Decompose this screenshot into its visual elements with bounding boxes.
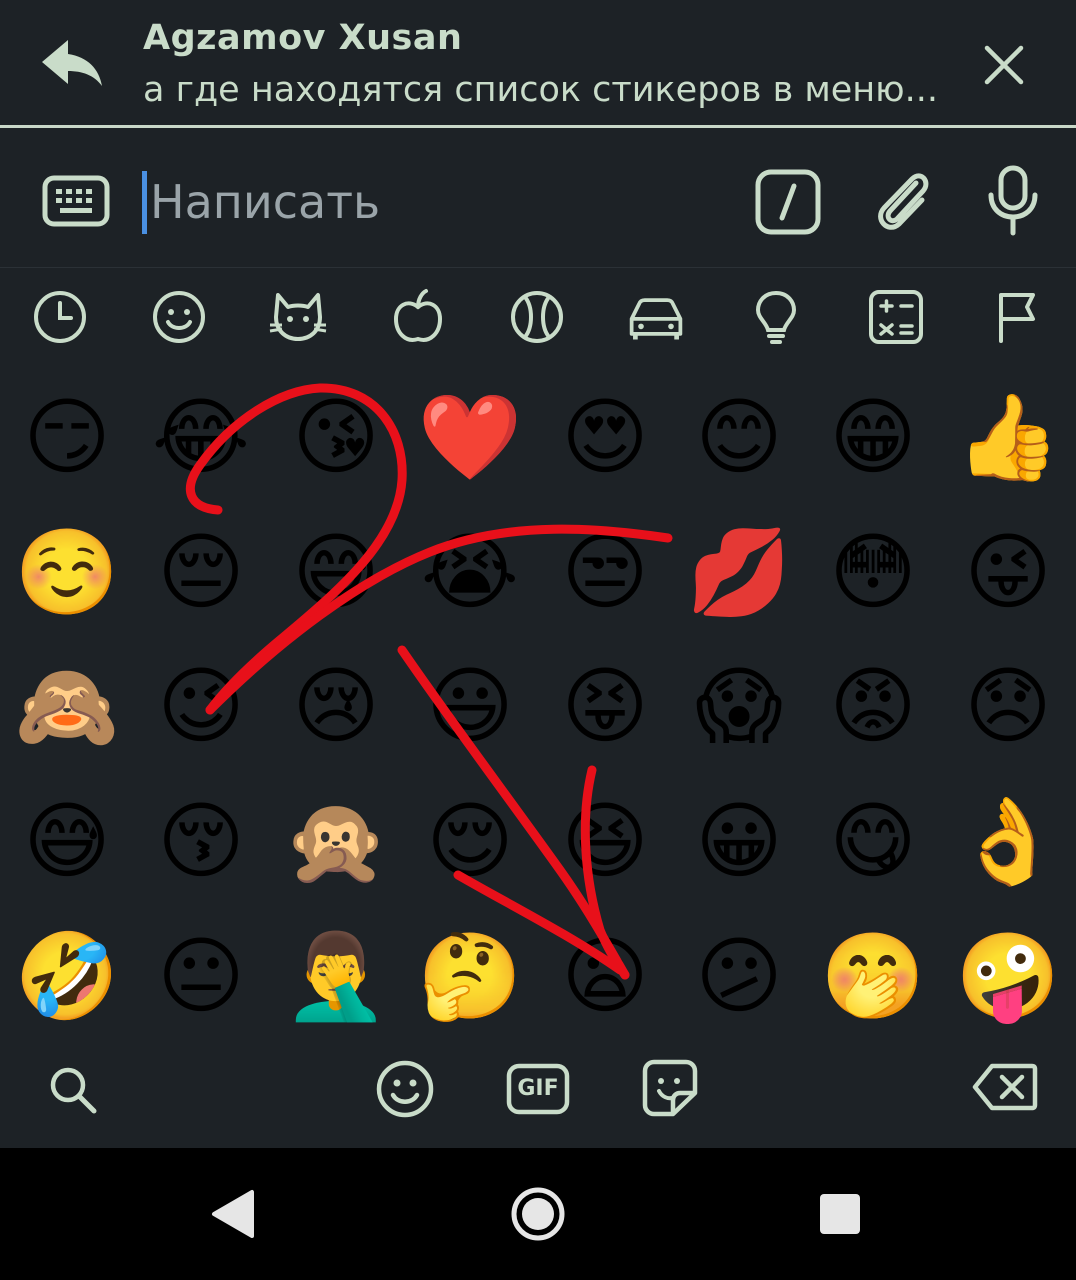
emoji-panel-toolbar: GIF	[0, 1055, 1076, 1147]
sticker-tab-icon[interactable]	[642, 1059, 698, 1117]
emoji-item[interactable]: 😚	[146, 786, 256, 896]
emoji-item[interactable]: 🤦‍♂️	[281, 921, 391, 1031]
emoji-item[interactable]: 😡	[818, 651, 928, 761]
search-icon[interactable]	[48, 1065, 98, 1115]
text-caret	[142, 171, 147, 234]
home-nav-icon[interactable]	[510, 1186, 566, 1242]
emoji-item[interactable]: 😭	[415, 517, 525, 627]
animals-category-icon[interactable]	[268, 287, 328, 347]
emoji-item[interactable]: 🙊	[281, 786, 391, 896]
emoji-item[interactable]: 💋	[684, 517, 794, 627]
recent-icon[interactable]	[30, 287, 90, 347]
emoji-grid: 😏 😂 😘 ❤️ 😍 😊 😁 👍 ☺️ 😔 😅 😭 😒 💋 😳 😜 🙈 😉 😢 😃 😝 😱 😡 😞 😅 😚 🙊 😌 😆 😀 😋 👌 🤣 😐 🤦‍♂️…	[0, 370, 1076, 1042]
emoji-item[interactable]: 😁	[818, 382, 928, 492]
message-input[interactable]	[150, 167, 710, 237]
symbols-category-icon[interactable]	[866, 287, 926, 347]
emoji-category-tabs	[0, 287, 1076, 355]
emoji-item[interactable]: 😳	[818, 517, 928, 627]
activity-category-icon[interactable]	[507, 287, 567, 347]
emoji-item[interactable]: 😃	[415, 651, 525, 761]
gif-label: GIF	[517, 1076, 559, 1101]
back-nav-icon[interactable]	[208, 1188, 256, 1240]
recents-nav-icon[interactable]	[818, 1192, 862, 1236]
emoji-item[interactable]: 😂	[146, 382, 256, 492]
system-navigation-bar	[0, 1148, 1076, 1280]
emoji-item[interactable]: 😒	[550, 517, 660, 627]
emoji-item[interactable]: 👍	[953, 382, 1063, 492]
reply-author: Agzamov Xusan	[143, 18, 463, 58]
emoji-item[interactable]: 😅	[281, 517, 391, 627]
attach-icon[interactable]	[870, 165, 936, 237]
emoji-item[interactable]: 🙈	[12, 651, 122, 761]
smileys-category-icon[interactable]	[149, 287, 209, 347]
emoji-item[interactable]: 😕	[684, 921, 794, 1031]
emoji-item[interactable]: 😊	[684, 382, 794, 492]
emoji-item[interactable]: 😔	[146, 517, 256, 627]
emoji-item[interactable]: 😞	[953, 651, 1063, 761]
emoji-item[interactable]: 😱	[684, 651, 794, 761]
reply-preview-bar: Agzamov Xusan а где находятся список сти…	[0, 0, 1076, 128]
emoji-item[interactable]: ☺️	[12, 517, 122, 627]
emoji-item[interactable]: 😀	[684, 786, 794, 896]
microphone-icon[interactable]	[986, 165, 1040, 237]
emoji-item[interactable]: 😘	[281, 382, 391, 492]
emoji-item[interactable]: 👌	[953, 786, 1063, 896]
close-reply-icon[interactable]	[983, 44, 1025, 86]
gif-tab-button[interactable]: GIF	[506, 1063, 570, 1115]
emoji-item[interactable]: 😐	[146, 921, 256, 1031]
emoji-item[interactable]: 😦	[550, 921, 660, 1031]
keyboard-icon[interactable]	[42, 175, 110, 227]
flags-category-icon[interactable]	[987, 287, 1047, 347]
emoji-item[interactable]: 😋	[818, 786, 928, 896]
emoji-item[interactable]: 😜	[953, 517, 1063, 627]
backspace-icon[interactable]	[972, 1063, 1038, 1111]
reply-arrow-icon	[42, 40, 102, 86]
emoji-item[interactable]: 😆	[550, 786, 660, 896]
emoji-item[interactable]: 😉	[146, 651, 256, 761]
emoji-item[interactable]: 😌	[415, 786, 525, 896]
food-category-icon[interactable]	[388, 287, 448, 347]
emoji-item[interactable]: ❤️	[415, 382, 525, 492]
bot-command-icon[interactable]	[755, 169, 821, 235]
emoji-item[interactable]: 😅	[12, 786, 122, 896]
reply-message-preview: а где находятся список стикеров в меню..…	[143, 70, 938, 110]
emoji-item[interactable]: 🤭	[818, 921, 928, 1031]
message-composer	[0, 131, 1076, 268]
emoji-tab-icon[interactable]	[375, 1059, 435, 1119]
emoji-item[interactable]: 🤣	[12, 921, 122, 1031]
emoji-item[interactable]: 😏	[12, 382, 122, 492]
emoji-item[interactable]: 🤔	[415, 921, 525, 1031]
travel-category-icon[interactable]	[626, 287, 686, 347]
emoji-item[interactable]: 😍	[550, 382, 660, 492]
emoji-item[interactable]: 🤪	[953, 921, 1063, 1031]
emoji-item[interactable]: 😝	[550, 651, 660, 761]
emoji-item[interactable]: 😢	[281, 651, 391, 761]
objects-category-icon[interactable]	[746, 287, 806, 347]
